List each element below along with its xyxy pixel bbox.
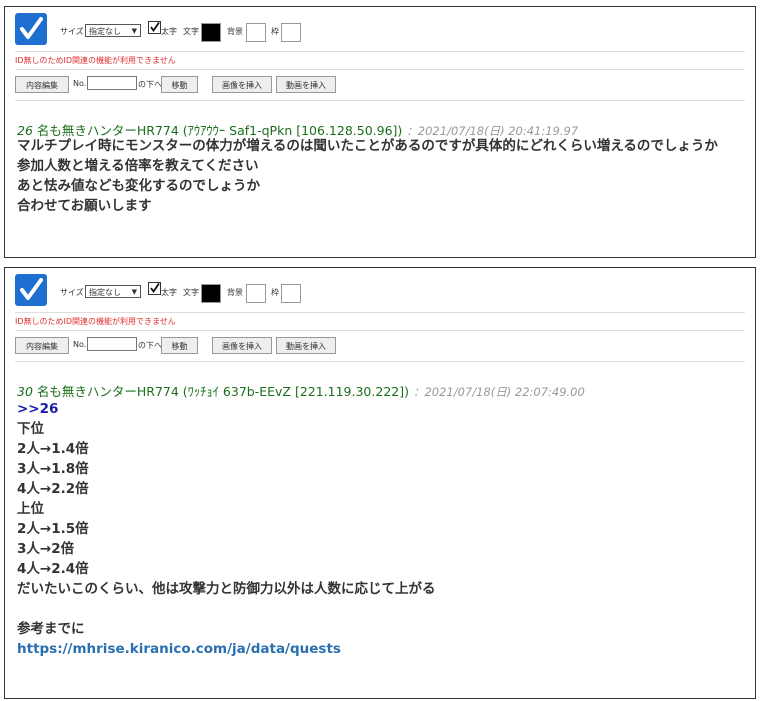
insert-video-button[interactable]: 動画を挿入 xyxy=(276,337,336,354)
bold-label: 太字 xyxy=(161,288,177,297)
bold-label: 太字 xyxy=(161,27,177,36)
post-editor-panel-30: サイズ 指定なし ▼ 太字 文字 背景 枠 ID無しのためID関連の機能が利用でき… xyxy=(4,267,756,699)
warning-text: ID無しのためID関連の機能が利用できません xyxy=(15,56,176,65)
quests-link[interactable]: https://mhrise.kiranico.com/ja/data/ques… xyxy=(17,639,436,659)
post-body: >>26 下位 2人→1.4倍 3人→1.8倍 4人→2.2倍 上位 2人→1.… xyxy=(17,399,436,659)
checkmark-logo-icon xyxy=(15,274,47,306)
chevron-down-icon: ▼ xyxy=(131,288,137,296)
border-color-swatch[interactable] xyxy=(281,23,301,42)
move-button[interactable]: 移動 xyxy=(161,337,198,354)
format-toolbar: サイズ 指定なし ▼ 太字 文字 背景 枠 xyxy=(5,268,755,312)
post-line: だいたいこのくらい、他は攻撃力と防御力以外は人数に応じて上がる xyxy=(17,581,436,597)
move-button[interactable]: 移動 xyxy=(161,76,198,93)
bg-color-label: 背景 xyxy=(227,27,243,36)
post-line: 3人→2倍 xyxy=(17,541,75,557)
post-number: 30 xyxy=(17,384,33,399)
border-color-label: 枠 xyxy=(271,27,279,36)
text-color-label: 文字 xyxy=(183,288,199,297)
post-line: 2人→1.5倍 xyxy=(17,521,89,537)
post-line: 4人→2.4倍 xyxy=(17,561,89,577)
insert-video-button[interactable]: 動画を挿入 xyxy=(276,76,336,93)
size-label: サイズ xyxy=(60,27,84,36)
post-line xyxy=(17,599,436,619)
size-select-value: 指定なし xyxy=(89,27,121,36)
divider xyxy=(15,100,745,101)
edit-content-button[interactable]: 内容編集 xyxy=(15,337,69,354)
no-label: No. xyxy=(73,79,87,88)
bg-color-swatch[interactable] xyxy=(246,284,266,303)
size-select[interactable]: 指定なし ▼ xyxy=(85,24,141,37)
warning-text: ID無しのためID関連の機能が利用できません xyxy=(15,317,176,326)
checkmark-logo-icon xyxy=(15,13,47,45)
insert-image-button[interactable]: 画像を挿入 xyxy=(212,337,272,354)
post-body: マルチプレイ時にモンスターの体力が増えるのは聞いたことがあるのですが具体的にどれ… xyxy=(17,136,718,216)
insert-image-button[interactable]: 画像を挿入 xyxy=(212,76,272,93)
post-line: 2人→1.4倍 xyxy=(17,441,89,457)
divider xyxy=(15,312,745,313)
text-color-swatch[interactable] xyxy=(201,284,221,303)
post-date: ：2021/07/18(日) 22:07:49.00 xyxy=(412,385,585,399)
edit-content-button[interactable]: 内容編集 xyxy=(15,76,69,93)
divider xyxy=(15,51,745,52)
size-select[interactable]: 指定なし ▼ xyxy=(85,285,141,298)
post-line: あと怯み値なども変化するのでしょうか xyxy=(17,178,260,194)
bg-color-swatch[interactable] xyxy=(246,23,266,42)
below-label: の下へ xyxy=(138,341,162,350)
bold-checkbox[interactable] xyxy=(148,282,161,295)
post-line: 下位 xyxy=(17,421,44,437)
divider xyxy=(15,69,745,70)
post-line: 上位 xyxy=(17,501,44,517)
divider xyxy=(15,330,745,331)
post-line: 3人→1.8倍 xyxy=(17,461,89,477)
post-editor-panel-26: サイズ 指定なし ▼ 太字 文字 背景 枠 ID無しのためID関連の機能が利用でき… xyxy=(4,6,756,258)
post-number-input[interactable] xyxy=(87,76,137,90)
post-line: 合わせてお願いします xyxy=(17,198,152,214)
post-line: 参加人数と増える倍率を教えてください xyxy=(17,158,259,174)
bold-checkbox[interactable] xyxy=(148,21,161,34)
post-author: 名も無きハンターHR774 (ﾜｯﾁｮｲ 637b-EEvZ [221.119.… xyxy=(36,384,409,399)
border-color-swatch[interactable] xyxy=(281,284,301,303)
size-select-value: 指定なし xyxy=(89,288,121,297)
divider xyxy=(15,361,745,362)
post-number-input[interactable] xyxy=(87,337,137,351)
format-toolbar: サイズ 指定なし ▼ 太字 文字 背景 枠 xyxy=(5,7,755,51)
size-label: サイズ xyxy=(60,288,84,297)
post-line: 4人→2.2倍 xyxy=(17,481,89,497)
no-label: No. xyxy=(73,340,87,349)
post-header: 30 名も無きハンターHR774 (ﾜｯﾁｮｲ 637b-EEvZ [221.1… xyxy=(17,381,585,400)
text-color-label: 文字 xyxy=(183,27,199,36)
border-color-label: 枠 xyxy=(271,288,279,297)
below-label: の下へ xyxy=(138,80,162,89)
post-line: マルチプレイ時にモンスターの体力が増えるのは聞いたことがあるのですが具体的にどれ… xyxy=(17,138,718,154)
bg-color-label: 背景 xyxy=(227,288,243,297)
reply-anchor-link[interactable]: >>26 xyxy=(17,399,436,419)
text-color-swatch[interactable] xyxy=(201,23,221,42)
post-line: 参考までに xyxy=(17,621,85,637)
chevron-down-icon: ▼ xyxy=(131,27,137,35)
